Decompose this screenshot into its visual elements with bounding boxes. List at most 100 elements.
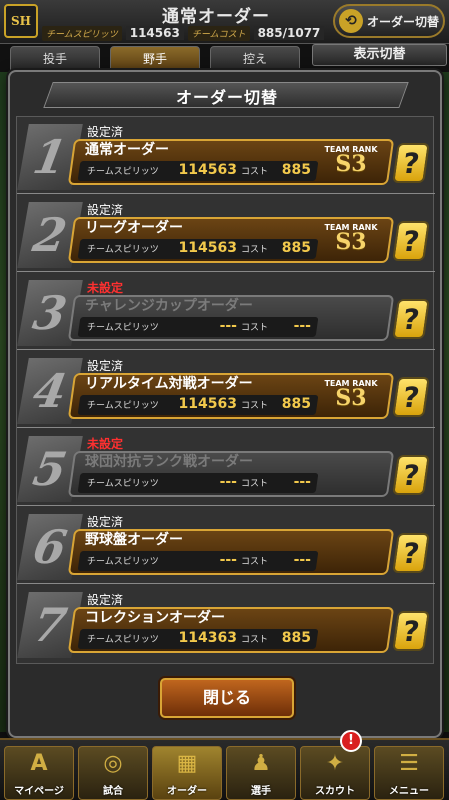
cost-label: コスト — [241, 635, 269, 645]
order-status: 設定済 — [87, 125, 124, 139]
nav-label: オーダー — [167, 786, 207, 797]
spirit-value: --- — [219, 318, 237, 334]
order-row-6[interactable]: 6 設定済 野球盤オーダー チームスピリッツ --- コスト --- ? — [17, 507, 435, 584]
scout-icon: ✦ — [325, 751, 345, 776]
spirit-value: --- — [219, 552, 237, 568]
cost-value: --- — [293, 552, 311, 568]
cost-value: 885 — [281, 162, 311, 178]
top-bar: SH 通常オーダー チームスピリッツ 114563 チームコスト 885/107… — [0, 0, 449, 44]
close-button[interactable]: 閉じる — [160, 678, 294, 718]
team-cost-label: チームコスト — [187, 25, 250, 41]
order-name: コレクションオーダー — [85, 610, 225, 626]
team-rank-value: S3 — [335, 151, 367, 177]
spirit-label: チームスピリッツ — [87, 401, 159, 411]
cost-value: --- — [293, 318, 311, 334]
nav-label: メニュー — [389, 786, 429, 797]
scout-notification-badge: ! — [340, 730, 362, 752]
spirit-label: チームスピリッツ — [87, 245, 159, 255]
cost-label: コスト — [241, 323, 269, 333]
display-toggle-button[interactable]: 表示切替 — [312, 44, 447, 66]
order-list: 1 設定済 通常オーダー チームスピリッツ 114563 コスト 885 TEA… — [16, 116, 435, 664]
nav-label: マイページ — [14, 786, 64, 797]
order-status: 設定済 — [87, 203, 124, 217]
page-title: 通常オーダー — [162, 7, 270, 27]
order-swap-button[interactable]: ⟲ オーダー切替 — [333, 4, 445, 38]
order-name: リーグオーダー — [85, 220, 183, 236]
help-button[interactable]: ? — [392, 455, 430, 495]
nav-label: 選手 — [251, 786, 271, 797]
spirit-label: チームスピリッツ — [87, 479, 159, 489]
cost-value: 885 — [281, 396, 311, 412]
spirit-label: チームスピリッツ — [87, 167, 159, 177]
help-button[interactable]: ? — [392, 221, 430, 261]
order-icon: ▦ — [176, 751, 198, 776]
order-name: 通常オーダー — [85, 142, 169, 158]
order-name: チャレンジカップオーダー — [85, 298, 253, 314]
tab-bench[interactable]: 控え — [210, 46, 300, 72]
nav-mypage[interactable]: A マイページ — [4, 746, 74, 800]
nav-players[interactable]: ♟ 選手 — [226, 746, 296, 800]
cost-label: コスト — [241, 245, 269, 255]
nav-scout[interactable]: ✦ スカウト — [300, 746, 370, 800]
help-button[interactable]: ? — [392, 299, 430, 339]
mypage-icon: A — [30, 751, 48, 776]
spirit-label: チームスピリッツ — [87, 557, 159, 567]
tab-fielder[interactable]: 野手 — [110, 46, 200, 72]
team-rank-value: S3 — [335, 385, 367, 411]
order-row-2[interactable]: 2 設定済 リーグオーダー チームスピリッツ 114563 コスト 885 TE… — [17, 195, 435, 272]
cost-label: コスト — [241, 167, 269, 177]
cost-value: 885 — [281, 240, 311, 256]
order-status: 設定済 — [87, 359, 124, 373]
order-swap-label: オーダー切替 — [367, 14, 440, 29]
baseball-icon: ◎ — [103, 751, 123, 776]
help-button[interactable]: ? — [392, 143, 430, 183]
order-status: 未設定 — [87, 281, 124, 295]
order-status: 設定済 — [87, 593, 124, 607]
order-row-4[interactable]: 4 設定済 リアルタイム対戦オーダー チームスピリッツ 114563 コスト 8… — [17, 351, 435, 428]
nav-match[interactable]: ◎ 試合 — [78, 746, 148, 800]
cost-label: コスト — [241, 479, 269, 489]
help-button[interactable]: ? — [392, 611, 430, 651]
order-switch-dialog: オーダー切替 1 設定済 通常オーダー チームスピリッツ 114563 コスト … — [8, 70, 442, 738]
order-status: 設定済 — [87, 515, 124, 529]
team-rank-value: S3 — [335, 229, 367, 255]
team-stats: チームスピリッツ 114563 チームコスト 885/1077 — [42, 25, 325, 41]
nav-order[interactable]: ▦ オーダー — [152, 746, 222, 800]
team-cost-value: 885/1077 — [253, 26, 325, 40]
cost-label: コスト — [241, 401, 269, 411]
tab-pitcher[interactable]: 投手 — [10, 46, 100, 72]
team-rank: TEAM RANK S3 — [317, 223, 385, 259]
menu-icon: ☰ — [399, 751, 419, 776]
swap-icon: ⟲ — [339, 9, 363, 33]
spirit-label: チームスピリッツ — [87, 323, 159, 333]
spirit-value: --- — [219, 474, 237, 490]
help-button[interactable]: ? — [392, 377, 430, 417]
cost-value: 885 — [281, 630, 311, 646]
order-row-5[interactable]: 5 未設定 球団対抗ランク戦オーダー チームスピリッツ --- コスト --- … — [17, 429, 435, 506]
spirit-value: 114563 — [178, 396, 237, 412]
team-rank: TEAM RANK S3 — [317, 145, 385, 181]
team-spirit-value: 114563 — [125, 26, 184, 40]
nav-label: スカウト — [315, 786, 355, 797]
team-rank: TEAM RANK S3 — [317, 379, 385, 415]
dialog-title: オーダー切替 — [175, 88, 278, 107]
spirit-value: 114363 — [178, 630, 237, 646]
spirit-value: 114563 — [178, 240, 237, 256]
cost-value: --- — [293, 474, 311, 490]
cost-label: コスト — [241, 557, 269, 567]
player-icon: ♟ — [251, 751, 271, 776]
nav-menu[interactable]: ☰ メニュー — [374, 746, 444, 800]
order-row-1[interactable]: 1 設定済 通常オーダー チームスピリッツ 114563 コスト 885 TEA… — [17, 117, 435, 194]
order-row-3[interactable]: 3 未設定 チャレンジカップオーダー チームスピリッツ --- コスト --- … — [17, 273, 435, 350]
spirit-label: チームスピリッツ — [87, 635, 159, 645]
order-status: 未設定 — [87, 437, 124, 451]
bottom-nav: A マイページ ◎ 試合 ▦ オーダー ♟ 選手 ✦ スカウト ☰ メニュー — [0, 738, 449, 800]
order-row-7[interactable]: 7 設定済 コレクションオーダー チームスピリッツ 114363 コスト 885… — [17, 585, 435, 662]
team-spirit-label: チームスピリッツ — [42, 25, 122, 41]
order-name: リアルタイム対戦オーダー — [85, 376, 253, 392]
spirit-value: 114563 — [178, 162, 237, 178]
nav-label: 試合 — [103, 786, 123, 797]
help-button[interactable]: ? — [392, 533, 430, 573]
order-name: 球団対抗ランク戦オーダー — [85, 454, 253, 470]
order-name: 野球盤オーダー — [85, 532, 183, 548]
